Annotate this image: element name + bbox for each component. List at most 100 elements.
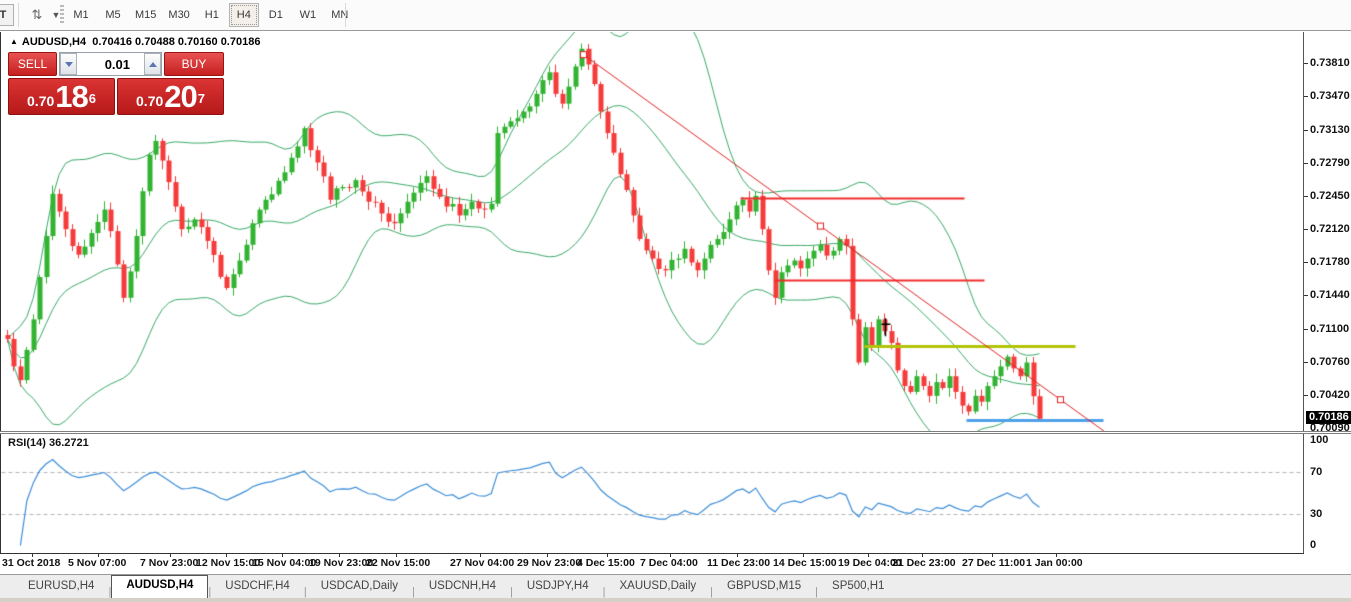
chart-tab-sp500-h1[interactable]: SP500,H1 — [818, 577, 898, 598]
timeframe-button-w1[interactable]: W1 — [293, 3, 323, 27]
timeframe-button-m1[interactable]: M1 — [66, 3, 96, 27]
time-axis-label: 27 Dec 11:00 — [962, 557, 1026, 569]
chart-title: ▲ AUDUSD,H4 0.70416 0.70488 0.70160 0.701… — [10, 36, 260, 48]
price-tick-mark — [1304, 295, 1308, 297]
chart-symbol-label: AUDUSD,H4 — [21, 36, 87, 48]
sell-quote-box[interactable]: 0.70 18 6 — [8, 78, 115, 115]
time-axis-tick — [992, 554, 993, 557]
chart-tab-audusd-h4[interactable]: AUDUSD,H4 — [111, 575, 209, 598]
chart-ohlc-label: 0.70416 0.70488 0.70160 0.70186 — [92, 36, 261, 48]
time-axis-label: 29 Nov 23:00 — [517, 557, 582, 569]
price-tick-label: 0.72450 — [1310, 190, 1350, 203]
time-axis-tick — [339, 554, 340, 557]
price-tick-label: 0.73130 — [1310, 123, 1350, 136]
time-axis-label: 21 Dec 23:00 — [892, 557, 956, 569]
rsi-level-label: 30 — [1310, 507, 1323, 520]
time-axis-label: 31 Oct 2018 — [2, 557, 61, 569]
time-axis-label: 7 Nov 23:00 — [140, 557, 199, 569]
triangle-up-icon — [148, 61, 157, 67]
triangle-down-icon — [64, 61, 73, 67]
price-tick-label: 0.72790 — [1310, 156, 1350, 169]
toolbar-separator — [18, 3, 19, 27]
window-bottom-edge — [0, 598, 1351, 602]
arrows-tool-icon[interactable]: ⇅ — [24, 4, 50, 26]
toolbar-grip-handle[interactable] — [60, 5, 64, 25]
time-axis-tick — [226, 554, 227, 557]
chart-tab-gbpusd-m15[interactable]: GBPUSD,M15 — [713, 577, 815, 598]
buy-quote-prefix: 0.70 — [136, 93, 164, 109]
price-tick-mark — [1304, 328, 1308, 330]
price-tick-mark — [1304, 62, 1308, 64]
volume-value[interactable]: 0.01 — [77, 53, 144, 75]
volume-increase-button[interactable] — [144, 53, 161, 75]
rsi-level-label: 0 — [1310, 539, 1317, 551]
timeframe-button-h1[interactable]: H1 — [197, 3, 227, 27]
price-tick-mark — [1304, 262, 1308, 263]
time-axis-tick — [607, 554, 608, 557]
chart-tab-usdjpy-h4[interactable]: USDJPY,H4 — [513, 577, 603, 598]
rsi-indicator-label: RSI(14) 36.2721 — [8, 437, 89, 449]
price-tick-label: 0.70760 — [1310, 356, 1350, 368]
sell-quote-big: 18 — [55, 79, 88, 114]
chart-tab-usdcad-daily[interactable]: USDCAD,Daily — [307, 577, 412, 598]
time-axis-label: 7 Dec 04:00 — [640, 557, 698, 569]
sell-quote-sup: 6 — [88, 91, 96, 106]
timeframe-button-m30[interactable]: M30 — [163, 3, 194, 27]
price-tick-label: 0.72120 — [1310, 222, 1350, 235]
buy-button[interactable]: BUY — [164, 52, 224, 76]
rsi-level-label: 100 — [1310, 434, 1329, 446]
timeframe-button-m5[interactable]: M5 — [98, 3, 128, 27]
buy-quote-sup: 7 — [197, 91, 205, 106]
chart-tab-xauusd-daily[interactable]: XAUUSD,Daily — [605, 577, 710, 598]
rsi-indicator-plot[interactable] — [0, 434, 1303, 553]
timeframe-button-h4[interactable]: H4 — [228, 3, 259, 27]
time-axis-tick — [396, 554, 397, 557]
time-axis-tick — [170, 554, 171, 557]
chart-tab-usdchf-h4[interactable]: USDCHF,H4 — [211, 577, 304, 598]
sell-button[interactable]: SELL — [8, 52, 57, 76]
time-axis-label: 14 Dec 15:00 — [773, 557, 837, 569]
time-axis-label: 12 Nov 15:00 — [196, 557, 261, 569]
time-axis-tick — [1056, 554, 1057, 557]
time-axis-label: 4 Dec 15:00 — [577, 557, 635, 569]
rsi-chart-canvas[interactable] — [1, 434, 1303, 553]
time-axis-tick — [922, 554, 923, 557]
timeframe-button-m15[interactable]: M15 — [130, 3, 161, 27]
chart-tab-usdcnh-h4[interactable]: USDCNH,H4 — [415, 577, 510, 598]
time-axis-tick — [282, 554, 283, 557]
time-axis-label: 19 Nov 23:00 — [309, 557, 374, 569]
time-axis-tick — [868, 554, 869, 557]
toolbar-separator — [345, 3, 346, 27]
buy-quote-big: 20 — [164, 79, 197, 114]
time-axis-label: 5 Nov 07:00 — [68, 557, 127, 569]
price-tick-mark — [1304, 96, 1308, 98]
price-tick-label: 0.73470 — [1310, 90, 1350, 103]
buy-quote-box[interactable]: 0.70 20 7 — [117, 78, 224, 115]
price-tick-label: 0.71440 — [1310, 289, 1350, 302]
one-click-trading-panel: SELL 0.01 BUY 0.70 18 6 0.70 20 7 — [8, 52, 224, 115]
sell-quote-prefix: 0.70 — [27, 93, 55, 109]
time-axis-tick — [547, 554, 548, 557]
price-tick-mark — [1304, 129, 1308, 131]
price-tick-mark — [1304, 162, 1308, 164]
time-axis-tick — [480, 554, 481, 557]
time-axis[interactable]: 31 Oct 2018 5 Nov 07:00 7 Nov 23:00 12 Nov … — [0, 554, 1351, 574]
price-tick-label: 0.71100 — [1310, 322, 1350, 335]
timeframe-button-d1[interactable]: D1 — [261, 3, 291, 27]
timeframe-button-mn[interactable]: MN — [325, 3, 355, 27]
chart-tab-bar: EURUSD,H4 | AUDUSD,H4 | USDCHF,H4 | USDCAD,Dai… — [0, 575, 1351, 598]
mt4-terminal-window: T ⇅ ▼ M1 M5 M15 M30 H1 H4 D1 W1 MN ▲ AUDUSD,H4 0.… — [0, 0, 1351, 602]
top-toolbar: T ⇅ ▼ M1 M5 M15 M30 H1 H4 D1 W1 MN — [0, 0, 1351, 31]
rsi-level-label: 70 — [1310, 465, 1323, 478]
price-tick-label: 0.71780 — [1310, 256, 1350, 268]
price-tick-label: 0.73810 — [1310, 56, 1350, 69]
chart-tab-eurusd-h4[interactable]: EURUSD,H4 — [14, 577, 108, 598]
time-axis-label: 22 Nov 15:00 — [366, 557, 431, 569]
time-axis-tick — [737, 554, 738, 557]
text-tool-icon[interactable]: T — [0, 4, 14, 26]
expand-triangle-icon[interactable]: ▲ — [10, 37, 18, 46]
time-axis-label: 15 Nov 04:00 — [252, 557, 317, 569]
time-axis-label: 27 Nov 04:00 — [450, 557, 515, 569]
time-axis-tick — [670, 554, 671, 557]
volume-decrease-button[interactable] — [60, 53, 77, 75]
